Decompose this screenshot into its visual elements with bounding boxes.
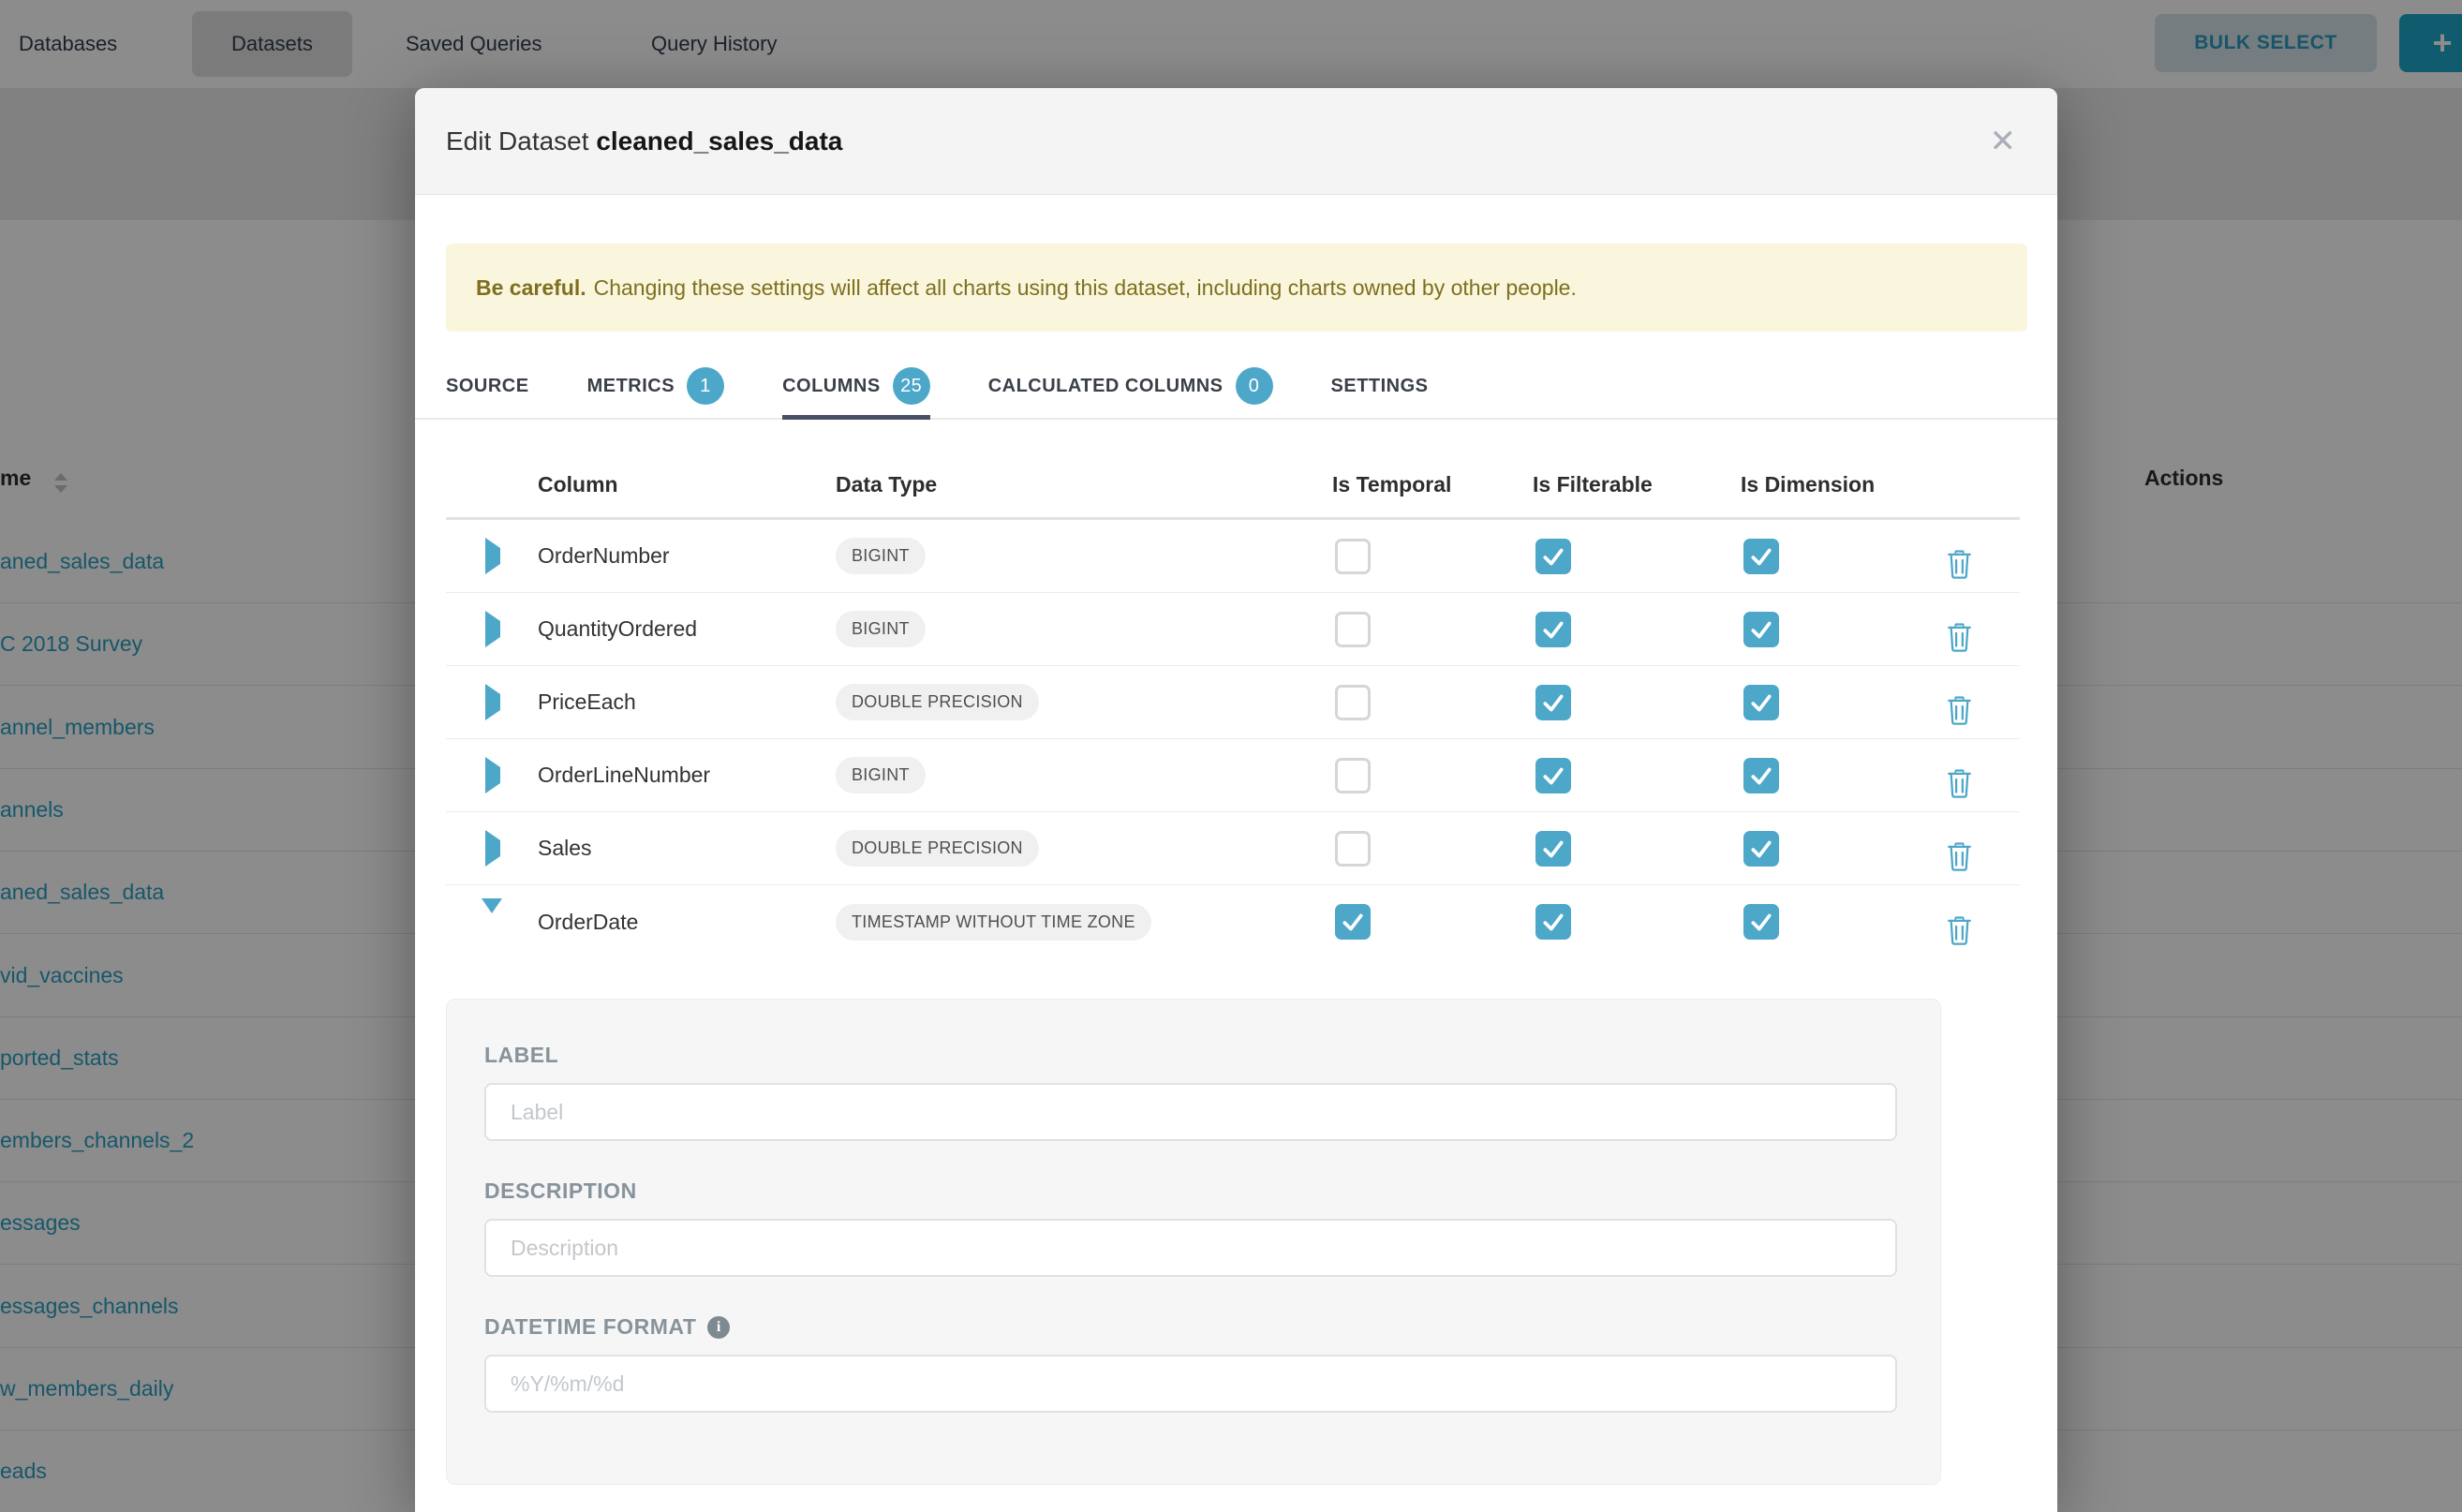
is-temporal-checkbox[interactable]: [1335, 831, 1371, 867]
tab-source[interactable]: SOURCE: [446, 354, 529, 418]
tab-settings[interactable]: SETTINGS: [1331, 354, 1429, 418]
data-type-pill: BIGINT: [836, 611, 926, 647]
modal-tabs: SOURCE METRICS 1 COLUMNS 25 CALCULATED COL…: [415, 354, 2057, 420]
column-row: QuantityOrdered BIGINT: [446, 593, 2020, 666]
label-input[interactable]: [484, 1083, 1897, 1141]
tab-label: SETTINGS: [1331, 376, 1429, 397]
delete-column-icon[interactable]: [1947, 916, 2020, 945]
column-row: PriceEach DOUBLE PRECISION: [446, 666, 2020, 739]
edit-dataset-modal: Edit Dataset cleaned_sales_data ✕ Be car…: [415, 88, 2057, 1512]
delete-column-icon[interactable]: [1947, 550, 2020, 579]
label-field-label: LABEL: [484, 1043, 1897, 1068]
expand-caret-icon[interactable]: [485, 830, 500, 867]
modal-header: Edit Dataset cleaned_sales_data ✕: [415, 88, 2057, 195]
column-name: PriceEach: [538, 689, 836, 715]
delete-column-icon[interactable]: [1947, 769, 2020, 798]
tab-label: METRICS: [587, 376, 675, 397]
is-temporal-checkbox[interactable]: [1335, 685, 1371, 720]
column-row: Sales DOUBLE PRECISION: [446, 812, 2020, 885]
expand-caret-icon[interactable]: [482, 898, 502, 929]
tab-label: COLUMNS: [782, 376, 881, 397]
is-filterable-checkbox[interactable]: [1535, 831, 1571, 867]
is-filterable-checkbox[interactable]: [1535, 539, 1571, 574]
column-name: QuantityOrdered: [538, 616, 836, 642]
tab-columns[interactable]: COLUMNS 25: [782, 354, 930, 418]
column-detail-panel: LABEL DESCRIPTION DATETIME FORMAT i: [446, 999, 1941, 1485]
is-filterable-checkbox[interactable]: [1535, 685, 1571, 720]
count-badge: 0: [1236, 367, 1273, 405]
is-dimension-checkbox[interactable]: [1743, 685, 1779, 720]
data-type-pill: BIGINT: [836, 538, 926, 574]
header-column: Column: [538, 472, 836, 497]
column-row: OrderNumber BIGINT: [446, 520, 2020, 593]
header-is-filterable: Is Filterable: [1533, 472, 1741, 497]
expand-caret-icon[interactable]: [485, 538, 500, 574]
header-is-dimension: Is Dimension: [1741, 472, 1947, 497]
is-dimension-checkbox[interactable]: [1743, 612, 1779, 647]
is-filterable-checkbox[interactable]: [1535, 612, 1571, 647]
is-dimension-checkbox[interactable]: [1743, 904, 1779, 940]
warning-banner: Be careful. Changing these settings will…: [446, 244, 2027, 332]
data-type-pill: DOUBLE PRECISION: [836, 830, 1039, 867]
columns-table-header: Column Data Type Is Temporal Is Filterab…: [446, 420, 2020, 520]
header-is-temporal: Is Temporal: [1332, 472, 1533, 497]
header-data-type: Data Type: [836, 472, 1332, 497]
count-badge: 25: [893, 367, 930, 405]
datetime-format-field-label: DATETIME FORMAT i: [484, 1314, 1897, 1340]
columns-table: Column Data Type Is Temporal Is Filterab…: [446, 420, 2020, 958]
warning-bold-text: Be careful.: [476, 275, 586, 301]
is-filterable-checkbox[interactable]: [1535, 904, 1571, 940]
modal-title: Edit Dataset cleaned_sales_data: [446, 126, 842, 156]
is-temporal-checkbox[interactable]: [1335, 539, 1371, 574]
tab-calculated-columns[interactable]: CALCULATED COLUMNS 0: [988, 354, 1273, 418]
tab-metrics[interactable]: METRICS 1: [587, 354, 725, 418]
tab-label: SOURCE: [446, 376, 529, 397]
column-name: Sales: [538, 836, 836, 861]
data-type-pill: BIGINT: [836, 757, 926, 793]
delete-column-icon[interactable]: [1947, 696, 2020, 725]
column-name: OrderLineNumber: [538, 763, 836, 788]
is-temporal-checkbox[interactable]: [1335, 758, 1371, 793]
data-type-pill: TIMESTAMP WITHOUT TIME ZONE: [836, 904, 1151, 941]
tab-label: CALCULATED COLUMNS: [988, 376, 1224, 397]
is-dimension-checkbox[interactable]: [1743, 758, 1779, 793]
info-icon[interactable]: i: [707, 1316, 730, 1339]
count-badge: 1: [687, 367, 724, 405]
datetime-format-input[interactable]: [484, 1355, 1897, 1413]
column-name: OrderNumber: [538, 543, 836, 569]
data-type-pill: DOUBLE PRECISION: [836, 684, 1039, 720]
close-icon[interactable]: ✕: [1990, 126, 2017, 157]
is-dimension-checkbox[interactable]: [1743, 539, 1779, 574]
delete-column-icon[interactable]: [1947, 842, 2020, 871]
is-temporal-checkbox[interactable]: [1335, 904, 1371, 940]
is-filterable-checkbox[interactable]: [1535, 758, 1571, 793]
column-name: OrderDate: [538, 910, 836, 935]
is-dimension-checkbox[interactable]: [1743, 831, 1779, 867]
modal-title-prefix: Edit Dataset: [446, 126, 596, 156]
column-row: OrderLineNumber BIGINT: [446, 739, 2020, 812]
expand-caret-icon[interactable]: [485, 684, 500, 720]
warning-text: Changing these settings will affect all …: [594, 275, 1577, 301]
column-row: OrderDate TIMESTAMP WITHOUT TIME ZONE: [446, 885, 2020, 958]
modal-title-dataset: cleaned_sales_data: [596, 126, 842, 156]
expand-caret-icon[interactable]: [485, 611, 500, 647]
description-input[interactable]: [484, 1219, 1897, 1277]
expand-caret-icon[interactable]: [485, 757, 500, 793]
delete-column-icon[interactable]: [1947, 623, 2020, 652]
columns-table-body: OrderNumber BIGINT QuantityOrdered BIGIN…: [446, 520, 2020, 958]
description-field-label: DESCRIPTION: [484, 1178, 1897, 1204]
is-temporal-checkbox[interactable]: [1335, 612, 1371, 647]
